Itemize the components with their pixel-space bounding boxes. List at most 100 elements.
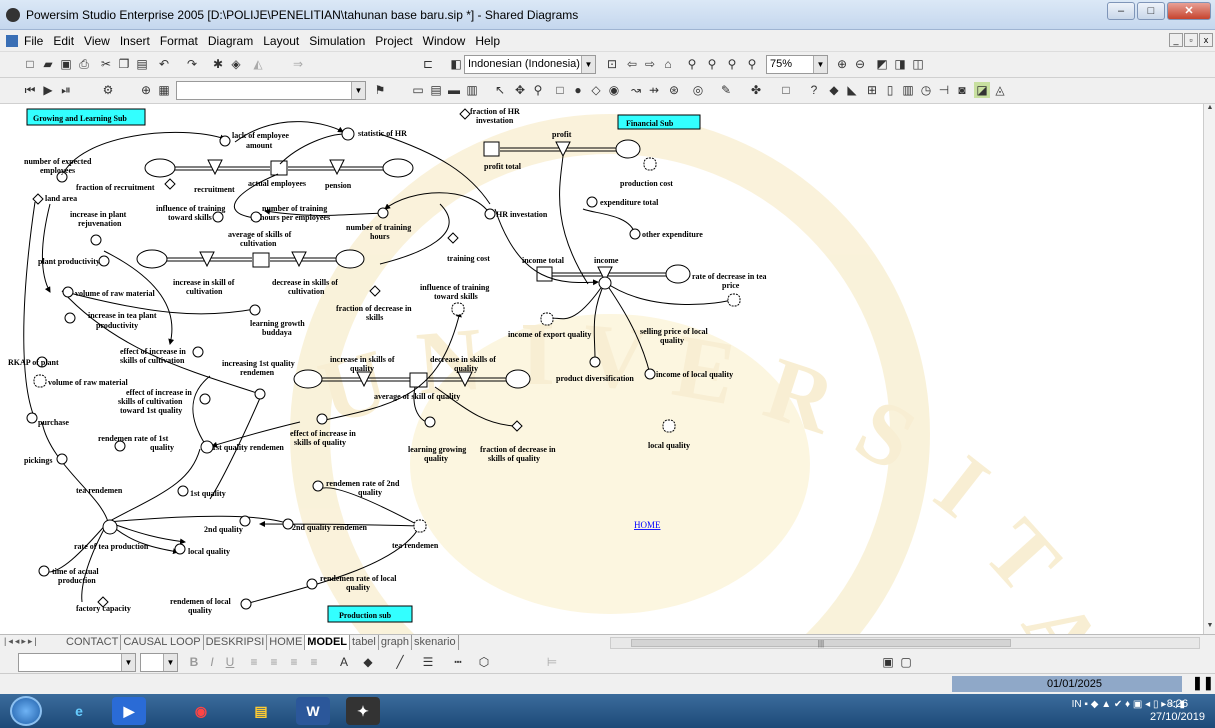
training-cost-const[interactable] (447, 232, 459, 244)
plant-productivity-node[interactable] (98, 255, 110, 267)
find-next-icon[interactable]: ⚲ (724, 56, 740, 72)
check-icon[interactable]: ◈ (228, 56, 244, 72)
italic-icon[interactable]: I (204, 654, 220, 670)
expenditure-total-node[interactable] (586, 196, 598, 208)
menu-layout[interactable]: Layout (263, 34, 299, 48)
redo-icon[interactable]: ↷ (184, 56, 200, 72)
paste-icon[interactable]: ▤ (134, 56, 150, 72)
income-local-quality-node[interactable] (644, 368, 656, 380)
fill-color-icon[interactable]: ◆ (360, 654, 376, 670)
align-icon[interactable]: ◭ (250, 56, 266, 72)
pause-icon[interactable]: ❚❚ (1192, 675, 1214, 691)
align-center-icon[interactable]: ≡ (266, 654, 282, 670)
hr-investation-node[interactable] (484, 208, 496, 220)
fraction-decrease-skills-const[interactable] (369, 285, 381, 297)
minimize-button[interactable]: – (1107, 2, 1135, 20)
flow-icon[interactable]: ⇒ (290, 56, 306, 72)
start-button[interactable] (10, 696, 42, 726)
mdi-restore-button[interactable]: ▫ (1184, 33, 1198, 47)
scroll-thumb[interactable]: ||| (631, 639, 1011, 648)
tab-model[interactable]: MODEL (305, 635, 351, 650)
constant-icon[interactable]: ◇ (588, 82, 604, 98)
avg-skill-quality-stock[interactable] (409, 372, 428, 388)
learning-growth-node[interactable] (249, 304, 261, 316)
play-icon[interactable]: ▶ (40, 82, 56, 98)
volume-raw-material2-node[interactable] (33, 374, 47, 388)
menu-insert[interactable]: Insert (120, 34, 150, 48)
statistic-hr-node[interactable] (341, 127, 355, 141)
mdi-minimize-button[interactable]: _ (1169, 33, 1183, 47)
snapshot-icon[interactable]: ⊛ (666, 82, 682, 98)
close-button[interactable]: ✕ (1167, 2, 1211, 20)
media-player-icon[interactable]: ▶ (112, 697, 146, 725)
diagram-canvas[interactable]: U N I V E R S I T A Growing and Learning… (0, 104, 1203, 634)
decrease-skill-valve[interactable] (291, 251, 307, 268)
table-chart-icon[interactable]: ▥ (900, 82, 916, 98)
gauge-icon[interactable]: ◷ (918, 82, 934, 98)
income-export-node[interactable] (540, 312, 554, 326)
income-total-stock[interactable] (536, 266, 553, 282)
scroll-down-button[interactable]: ▼ (1204, 622, 1215, 634)
lock-diagram-icon[interactable]: ◬ (992, 82, 1008, 98)
menu-help[interactable]: Help (475, 34, 500, 48)
avg-skills-cultivation-stock[interactable] (252, 252, 270, 268)
window-icon[interactable]: ◩ (874, 56, 890, 72)
horizontal-scrollbar[interactable]: ||| (610, 637, 1200, 649)
step-icon[interactable]: ⏯ (58, 82, 74, 98)
menu-simulation[interactable]: Simulation (309, 34, 365, 48)
home-link[interactable]: HOME (634, 520, 661, 530)
link-icon[interactable]: ↝ (628, 82, 644, 98)
tea-rendemen-node[interactable] (413, 519, 427, 533)
pencil-icon[interactable]: ✎ (718, 82, 734, 98)
select-tool-icon[interactable]: ↖ (492, 82, 508, 98)
zoom-in-icon[interactable]: ⊕ (834, 56, 850, 72)
local-quality-node[interactable] (174, 543, 186, 555)
volume-raw-material-node[interactable] (62, 286, 74, 298)
local-quality-snapshot-node[interactable] (662, 419, 676, 433)
actual-employees-stock[interactable] (270, 160, 288, 176)
word-icon[interactable]: W (296, 697, 330, 725)
grid-icon[interactable]: ▣ (880, 654, 896, 670)
rendemen-rate-2nd-node[interactable] (312, 480, 324, 492)
product-diversification-node[interactable] (589, 356, 601, 368)
language-select[interactable]: Indonesian (Indonesia) ▼ (464, 55, 596, 74)
flow-variable-icon[interactable]: ◉ (606, 82, 622, 98)
profit-total-stock[interactable] (483, 141, 500, 157)
fraction-recruitment-const[interactable] (164, 178, 176, 190)
bold-icon[interactable]: B (186, 654, 202, 670)
mdi-close-button[interactable]: x (1199, 33, 1213, 47)
effect-increase-skills-node[interactable] (192, 346, 204, 358)
menu-format[interactable]: Format (160, 34, 198, 48)
new-file-icon[interactable]: □ (22, 56, 38, 72)
income-node[interactable] (598, 276, 612, 290)
dataset-select[interactable]: ▼ (176, 81, 366, 100)
tab-deskripsi[interactable]: DESKRIPSI (204, 635, 268, 650)
magnify-icon[interactable]: ⚲ (530, 82, 546, 98)
question-icon[interactable]: ? (806, 82, 822, 98)
switch-icon[interactable]: ◙ (954, 82, 970, 98)
plugin-icon[interactable]: ◆ (826, 82, 842, 98)
paint-icon[interactable]: ✤ (748, 82, 764, 98)
back-icon[interactable]: ⇦ (624, 56, 640, 72)
menu-project[interactable]: Project (375, 34, 412, 48)
forward-icon[interactable]: ⇨ (642, 56, 658, 72)
chart-icon[interactable]: ▥ (464, 82, 480, 98)
time-graph-icon[interactable]: ⊞ (864, 82, 880, 98)
tab-graph[interactable]: graph (379, 635, 413, 650)
increase-skill-valve[interactable] (199, 251, 215, 268)
open-folder-icon[interactable]: ▰ (40, 56, 56, 72)
tools-icon[interactable]: ✱ (210, 56, 226, 72)
lack-employee-node[interactable] (219, 135, 231, 147)
line-style-icon[interactable]: ┅ (450, 654, 466, 670)
pickings-node[interactable] (56, 453, 68, 465)
print-icon[interactable]: ⎙ (76, 56, 92, 72)
lock-icon[interactable]: ⊏ (420, 56, 436, 72)
tab-causal-loop[interactable]: CAUSAL LOOP (121, 635, 204, 650)
rendemen-local-node[interactable] (240, 598, 252, 610)
other-expenditure-node[interactable] (629, 228, 641, 240)
rate-tea-production-node[interactable] (102, 519, 118, 535)
clock[interactable]: 8:26 27/10/2019 (1150, 698, 1205, 724)
sheet-nav-buttons[interactable]: |◂◂▸▸| (4, 636, 39, 647)
scroll-up-button[interactable]: ▲ (1204, 104, 1215, 116)
chart-wizard-icon[interactable]: ◣ (844, 82, 860, 98)
